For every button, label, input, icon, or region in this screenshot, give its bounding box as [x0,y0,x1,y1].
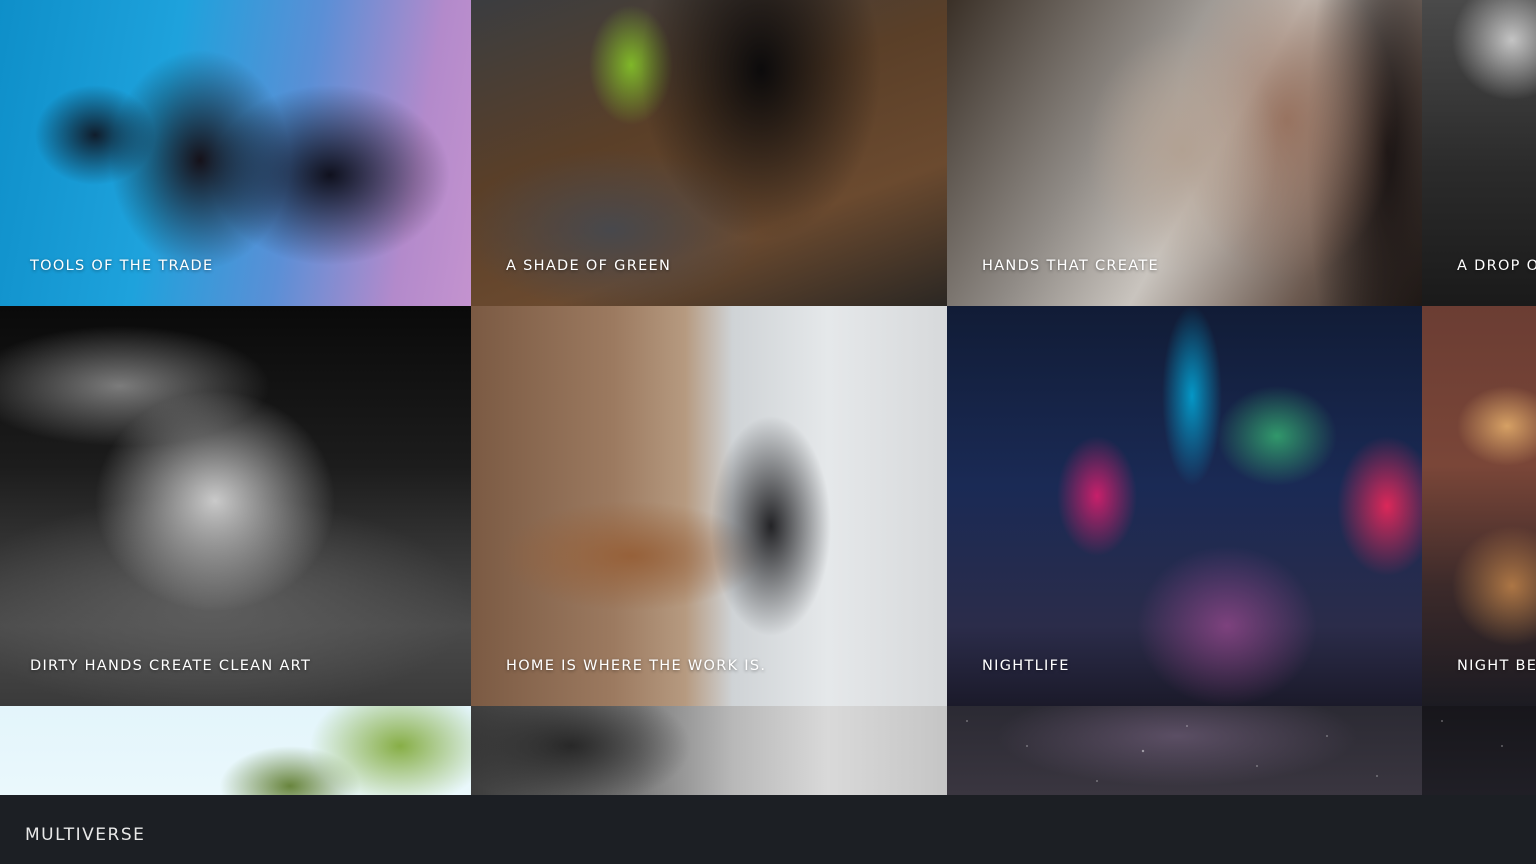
photo-palm-tree [0,706,471,795]
gallery-tile-palm[interactable] [0,706,471,795]
gallery-tile-buildings[interactable] [471,706,947,795]
tile-caption: A DROP OF [1457,258,1536,274]
tile-caption: HANDS THAT CREATE [982,258,1159,274]
gallery-tile-dark-sky[interactable] [1422,706,1536,795]
site-footer: MULTIVERSE [0,795,1536,864]
tile-caption: HOME IS WHERE THE WORK IS. [506,658,767,674]
photo-city-buildings [471,706,947,795]
gallery-tile-hands-that-create[interactable]: HANDS THAT CREATE [947,0,1422,306]
tile-caption: DIRTY HANDS CREATE CLEAN ART [30,658,312,674]
photo-starry-sky [947,706,1422,795]
tile-caption: A SHADE OF GREEN [506,258,672,274]
photo-pottery-wheel-hands [0,306,471,706]
photo-neon-street [947,306,1422,706]
photo-home-office [471,306,947,706]
photo-dark-sky [1422,706,1536,795]
gallery-tile-home-is-where-the-work-is[interactable]: HOME IS WHERE THE WORK IS. [471,306,947,706]
photo-night-street-cafe [1422,306,1536,706]
tile-caption: NIGHTLIFE [982,658,1070,674]
photo-gallery: TOOLS OF THE TRADE A SHADE OF GREEN HAND… [0,0,1536,795]
gallery-tile-nightlife[interactable]: NIGHTLIFE [947,306,1422,706]
gallery-tile-a-shade-of-green[interactable]: A SHADE OF GREEN [471,0,947,306]
gallery-tile-a-drop-of[interactable]: A DROP OF [1422,0,1536,306]
gallery-tile-tools-of-the-trade[interactable]: TOOLS OF THE TRADE [0,0,471,306]
tile-caption: TOOLS OF THE TRADE [30,258,214,274]
gallery-tile-night-sky[interactable] [947,706,1422,795]
gallery-tile-dirty-hands-create-clean-art[interactable]: DIRTY HANDS CREATE CLEAN ART [0,306,471,706]
brand-logo-link[interactable]: MULTIVERSE [25,825,145,845]
tile-caption: NIGHT BEA [1457,658,1536,674]
gallery-tile-night-bea[interactable]: NIGHT BEA [1422,306,1536,706]
